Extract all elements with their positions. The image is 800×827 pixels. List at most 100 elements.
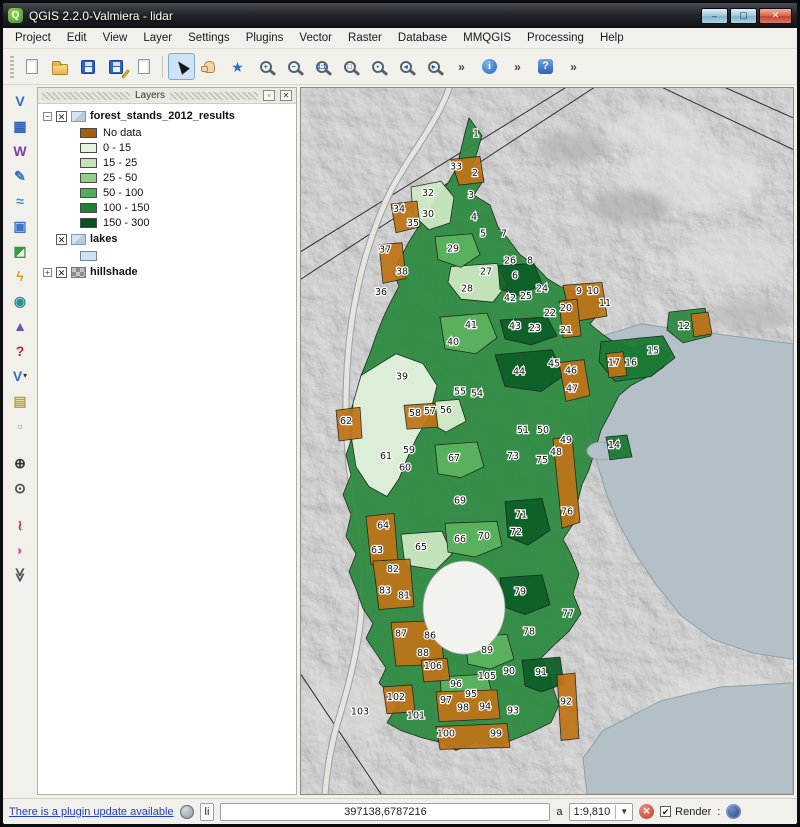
query-button[interactable]: ? — [7, 338, 34, 363]
expander-icon[interactable]: − — [43, 112, 52, 121]
panel-close-button[interactable]: ✕ — [280, 90, 292, 101]
maximize-button[interactable]: ▢ — [730, 8, 757, 24]
coordinate-field[interactable]: 397138,6787216 — [220, 803, 550, 821]
toolbar-overflow-1-icon: » — [458, 60, 465, 74]
topology-button[interactable]: ▲ — [7, 313, 34, 338]
interpolation-button[interactable]: ≈ — [7, 188, 34, 213]
zoom-last-button[interactable]: ◂ — [392, 53, 419, 80]
plugin-update-link[interactable]: There is a plugin update available — [9, 806, 174, 818]
layer-checkbox[interactable]: ✕ — [56, 234, 67, 245]
stand-label-61: 61 — [380, 451, 392, 462]
zoom-next-button[interactable]: ▸ — [420, 53, 447, 80]
zoom-out-button[interactable]: − — [280, 53, 307, 80]
annotation-button[interactable]: ✎ — [7, 163, 34, 188]
stand-label-44: 44 — [513, 367, 525, 378]
expander-icon[interactable]: + — [43, 268, 52, 277]
layer-row-lakes[interactable]: ✕ lakes — [38, 230, 296, 248]
stand-label-59: 59 — [403, 445, 415, 456]
stand-label-86: 86 — [424, 630, 436, 641]
move-canvas-button[interactable]: ★ — [224, 53, 251, 80]
identify-features-button[interactable]: i — [476, 53, 503, 80]
menu-vector[interactable]: Vector — [291, 30, 340, 46]
menu-edit[interactable]: Edit — [59, 30, 95, 46]
zoom-to-selection-button[interactable]: ▪ — [364, 53, 391, 80]
menu-project[interactable]: Project — [7, 30, 59, 46]
stop-render-icon[interactable]: ✕ — [639, 804, 654, 819]
menu-mmqgis[interactable]: MMQGIS — [455, 30, 519, 46]
render-checkbox[interactable]: ✔ — [660, 806, 671, 817]
new-print-composer-button[interactable] — [130, 53, 157, 80]
coordinate-prefix-field[interactable]: li — [200, 803, 215, 821]
layers-panel-header[interactable]: Layers ▫ ✕ — [38, 88, 296, 104]
pan-map-button[interactable] — [196, 53, 223, 80]
toolbar-overflow-3[interactable]: » — [560, 53, 587, 80]
scale-combo[interactable]: 1:9,810 ▼ — [569, 803, 634, 821]
stand-label-49: 49 — [560, 435, 572, 446]
blank-tool-button[interactable]: ▫ — [7, 413, 34, 438]
layer-row-forest[interactable]: − ✕ forest_stands_2012_results — [38, 107, 296, 125]
stand-label-96: 96 — [450, 679, 462, 690]
layer-checkbox[interactable]: ✕ — [56, 267, 67, 278]
crs-status-icon[interactable] — [726, 804, 741, 819]
map-canvas[interactable]: 1332323343043557372926838276249103628422… — [301, 88, 793, 794]
stand-label-67: 67 — [448, 453, 460, 464]
menu-help[interactable]: Help — [592, 30, 632, 46]
menu-view[interactable]: View — [95, 30, 136, 46]
stand-label-10: 10 — [587, 286, 599, 297]
road-graph-button[interactable]: ≀ — [7, 512, 34, 537]
add-wms-layer-button[interactable]: W — [7, 138, 34, 163]
close-button[interactable]: ✕ — [759, 8, 792, 24]
menu-raster[interactable]: Raster — [340, 30, 390, 46]
add-raster-layer-button[interactable]: ▦ — [7, 113, 34, 138]
render-toggle[interactable]: ✔ Render — [660, 806, 711, 818]
stand-label-69: 69 — [454, 496, 466, 507]
web-plugin-button[interactable]: ◉ — [7, 288, 34, 313]
zoom-native-button[interactable]: 1:1 — [308, 53, 335, 80]
stand-label-35: 35 — [407, 218, 419, 229]
toolbar-overflow-1[interactable]: » — [448, 53, 475, 80]
menu-layer[interactable]: Layer — [135, 30, 180, 46]
add-vector-layer-button[interactable]: V — [7, 88, 34, 113]
stand-label-2: 2 — [472, 168, 478, 179]
toolbar-overflow-2[interactable]: » — [504, 53, 531, 80]
help-button[interactable]: ? — [532, 53, 559, 80]
layer-name-hillshade[interactable]: hillshade — [90, 266, 138, 278]
layer-row-hillshade[interactable]: + ✕ hillshade — [38, 263, 296, 281]
gps-tracker-button[interactable]: ⊙ — [7, 475, 34, 500]
menu-processing[interactable]: Processing — [519, 30, 592, 46]
titlebar[interactable]: Q QGIS 2.2.0-Valmiera - lidar – ▢ ✕ — [3, 3, 797, 28]
minimize-button[interactable]: – — [701, 8, 728, 24]
layer-name-forest[interactable]: forest_stands_2012_results — [90, 110, 235, 122]
panel-drag-handle-2[interactable] — [170, 92, 258, 100]
toolbar-drag-handle[interactable] — [10, 56, 14, 78]
save-project-button[interactable] — [74, 53, 101, 80]
gps-crosshair-button[interactable]: ⊕ — [7, 450, 34, 475]
geometry-tool-button[interactable]: ◗ — [7, 537, 34, 562]
new-project-button[interactable] — [18, 53, 45, 80]
menu-database[interactable]: Database — [390, 30, 455, 46]
quick-tool-button[interactable]: ϟ — [7, 263, 34, 288]
side-toolbar-overflow-button[interactable]: ≫ — [7, 562, 34, 587]
layer-name-lakes[interactable]: lakes — [90, 233, 118, 245]
pan-select-button[interactable] — [168, 53, 195, 80]
open-project-button[interactable] — [46, 53, 73, 80]
layer-stack-button[interactable]: ▤ — [7, 388, 34, 413]
panel-drag-handle[interactable] — [42, 92, 130, 100]
zoom-in-button[interactable]: + — [252, 53, 279, 80]
stand-label-45: 45 — [548, 359, 560, 370]
layer-checkbox[interactable]: ✕ — [56, 111, 67, 122]
menu-settings[interactable]: Settings — [180, 30, 238, 46]
digitize-dropdown-button[interactable]: V▾ — [7, 363, 34, 388]
save-project-as-button[interactable] — [102, 53, 129, 80]
stand-label-24: 24 — [536, 283, 548, 294]
panel-float-button[interactable]: ▫ — [263, 90, 275, 101]
add-group-button[interactable]: ◩ — [7, 238, 34, 263]
toolbar-separator-1 — [162, 56, 163, 78]
chevron-down-icon[interactable]: ▼ — [615, 805, 628, 819]
zoom-full-button[interactable]: □ — [336, 53, 363, 80]
stand-label-94: 94 — [479, 702, 491, 713]
map-tips-button[interactable]: ▣ — [7, 213, 34, 238]
menu-plugins[interactable]: Plugins — [238, 30, 292, 46]
plugin-icon[interactable] — [180, 805, 194, 819]
stand-label-106: 106 — [424, 661, 442, 672]
